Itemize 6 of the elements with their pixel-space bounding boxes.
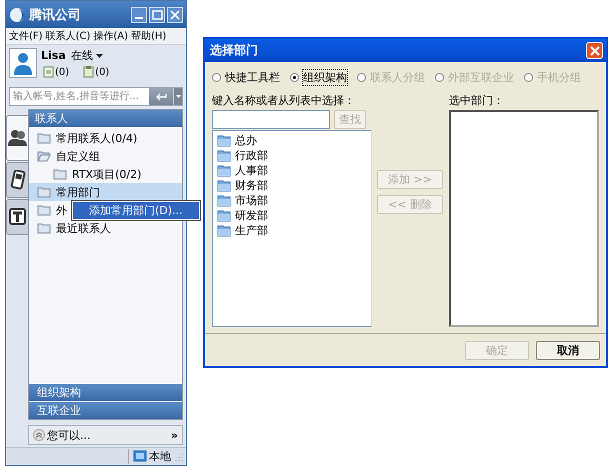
field-label: 键入名称或者从列表中选择：	[212, 93, 356, 108]
window-title: 选择部门	[210, 42, 258, 59]
field-label: 选中部门：	[449, 93, 505, 108]
user-name: Lisa	[41, 49, 66, 62]
window-title: 腾讯公司	[29, 6, 82, 24]
hint-text: 您可以...	[47, 428, 92, 442]
